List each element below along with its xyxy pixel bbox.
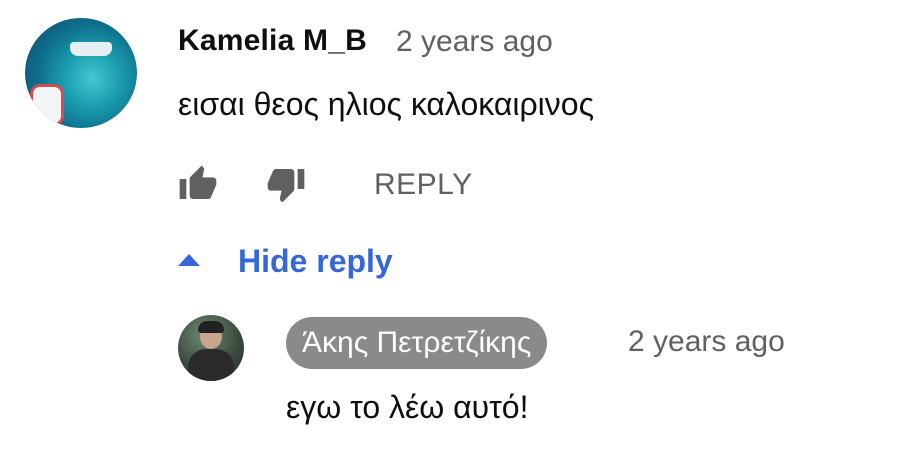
avatar-hair-shape xyxy=(198,321,224,333)
comment-timestamp[interactable]: 2 years ago xyxy=(396,25,553,59)
like-button[interactable] xyxy=(176,164,220,208)
thumbs-down-icon xyxy=(266,164,306,209)
reply-author-chip[interactable]: Άκης Πετρετζίκης xyxy=(286,317,548,369)
avatar-shirt-shape xyxy=(188,349,234,381)
reply-button[interactable]: REPLY xyxy=(374,168,473,202)
dislike-button[interactable] xyxy=(264,164,308,208)
comment-text: εισαι θεος ηλιος καλοκαιρινος xyxy=(178,86,594,122)
avatar-boat-shape-2 xyxy=(30,84,64,126)
reply-timestamp[interactable]: 2 years ago xyxy=(628,325,785,359)
thumbs-up-icon xyxy=(178,164,218,209)
reply-text: εγω το λέω αυτό! xyxy=(286,389,529,425)
commenter-avatar[interactable] xyxy=(25,18,137,128)
comment-author[interactable]: Kamelia M_B xyxy=(178,24,367,58)
caret-up-icon[interactable] xyxy=(178,254,200,266)
avatar-boat-shape xyxy=(70,42,112,56)
reply-author-avatar[interactable] xyxy=(178,315,244,381)
hide-replies-button[interactable]: Hide reply xyxy=(238,243,393,280)
